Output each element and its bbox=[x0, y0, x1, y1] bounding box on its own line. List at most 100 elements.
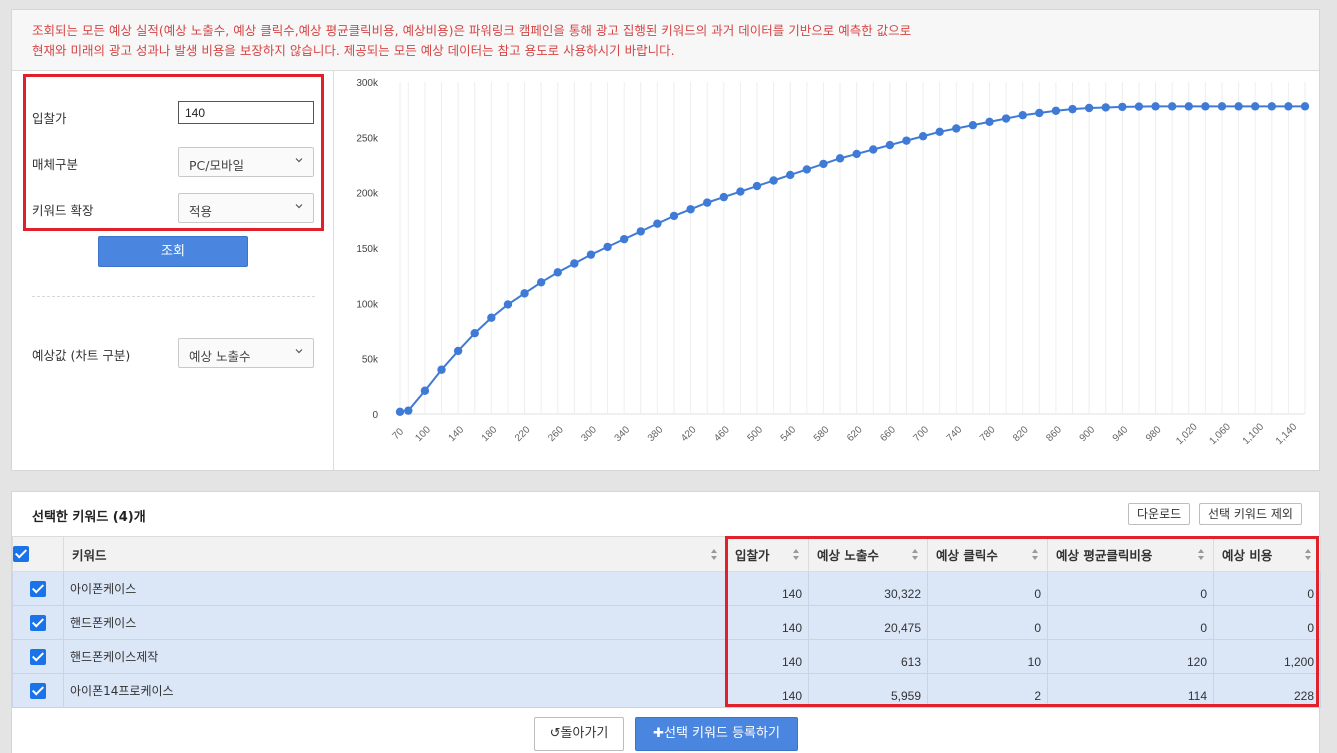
sort-icon bbox=[711, 549, 717, 560]
data-point bbox=[1201, 102, 1210, 111]
data-point bbox=[536, 278, 546, 287]
data-point bbox=[686, 205, 695, 214]
chevron-down-icon bbox=[295, 158, 303, 163]
column-label: 키워드 bbox=[72, 547, 107, 563]
data-point bbox=[802, 165, 812, 174]
column-label: 입찰가 bbox=[735, 547, 770, 563]
x-tick-label: 500 bbox=[745, 424, 765, 444]
cost-cell: 0 bbox=[1213, 605, 1321, 640]
sort-icon bbox=[1305, 549, 1311, 560]
data-point bbox=[1101, 103, 1110, 112]
table-row[interactable]: 핸드폰케이스제작 140 613 10 120 1,200 bbox=[12, 639, 1321, 674]
x-tick-label: 1,060 bbox=[1207, 421, 1233, 447]
row-checkbox[interactable] bbox=[30, 614, 46, 631]
data-point bbox=[719, 192, 729, 202]
table-row[interactable]: 아이폰14프로케이스 140 5,959 2 114 228 bbox=[12, 673, 1321, 708]
impressions-cell: 30,322 bbox=[808, 571, 928, 606]
x-tick-label: 780 bbox=[978, 424, 998, 444]
y-tick-label: 200k bbox=[356, 189, 379, 200]
cost-cell: 0 bbox=[1213, 571, 1321, 606]
undo-icon: ↺ bbox=[549, 726, 561, 741]
column-header-keyword[interactable]: 키워드 bbox=[63, 536, 727, 572]
exclude-keyword-button[interactable]: 선택 키워드 제외 bbox=[1199, 503, 1302, 525]
keyword-table: 키워드 입찰가 예상 노출수 예상 클릭수 예상 평균클릭비용 예상 비용 아이… bbox=[12, 536, 1321, 708]
bid-input[interactable] bbox=[178, 101, 314, 124]
download-button[interactable]: 다운로드 bbox=[1128, 503, 1191, 525]
column-header-clicks[interactable]: 예상 클릭수 bbox=[927, 536, 1048, 572]
column-label: 예상 평균클릭비용 bbox=[1056, 547, 1153, 563]
chart-type-select[interactable]: 예상 노출수 bbox=[178, 338, 314, 368]
cost-cell: 228 bbox=[1213, 673, 1321, 708]
column-header-bid[interactable]: 입찰가 bbox=[726, 536, 809, 572]
bid-cell: 140 bbox=[726, 673, 809, 708]
y-tick-label: 150k bbox=[356, 244, 379, 255]
data-point bbox=[819, 159, 828, 169]
expand-select[interactable]: 적용 bbox=[178, 193, 314, 223]
column-label: 예상 노출수 bbox=[817, 547, 879, 563]
x-tick-label: 420 bbox=[679, 424, 699, 444]
bid-row: 입찰가 bbox=[32, 101, 317, 131]
data-point bbox=[603, 242, 612, 252]
select-all-checkbox[interactable] bbox=[13, 546, 29, 563]
data-point bbox=[935, 127, 944, 136]
data-point bbox=[619, 234, 629, 244]
register-keywords-button[interactable]: ✚선택 키워드 등록하기 bbox=[635, 717, 798, 751]
row-checkbox[interactable] bbox=[30, 682, 46, 699]
row-checkbox[interactable] bbox=[30, 648, 46, 665]
bid-label: 입찰가 bbox=[32, 111, 67, 126]
media-select[interactable]: PC/모바일 bbox=[178, 147, 314, 177]
x-tick-label: 300 bbox=[579, 424, 599, 444]
cpc-cell: 114 bbox=[1047, 673, 1214, 708]
x-tick-label: 740 bbox=[945, 424, 965, 444]
data-point bbox=[786, 170, 795, 180]
impressions-cell: 613 bbox=[808, 639, 928, 674]
data-point bbox=[453, 346, 463, 356]
data-point bbox=[952, 124, 961, 133]
forecast-chart: 0 50k 100k 150k 200k 250k 300k 70 100 140 180 220 26… bbox=[335, 71, 1320, 470]
x-tick-label: 860 bbox=[1044, 424, 1064, 444]
column-header-impressions[interactable]: 예상 노출수 bbox=[808, 536, 928, 572]
plus-icon: ✚ bbox=[653, 726, 664, 741]
x-tick-label: 140 bbox=[447, 424, 467, 444]
expand-select-value: 적용 bbox=[189, 204, 213, 219]
data-point bbox=[395, 407, 405, 416]
data-point bbox=[752, 181, 762, 191]
data-point bbox=[1300, 102, 1310, 111]
table-header-row: 키워드 입찰가 예상 노출수 예상 클릭수 예상 평균클릭비용 예상 비용 bbox=[12, 536, 1321, 572]
notice-line-1: 조회되는 모든 예상 실적(예상 노출수, 예상 클릭수,예상 평균클릭비용, … bbox=[32, 23, 912, 38]
table-row[interactable]: 핸드폰케이스 140 20,475 0 0 0 bbox=[12, 605, 1321, 640]
data-point bbox=[437, 365, 446, 374]
data-point bbox=[1217, 102, 1227, 111]
table-row[interactable]: 아이폰케이스 140 30,322 0 0 0 bbox=[12, 571, 1321, 606]
row-checkbox-cell bbox=[12, 673, 64, 708]
data-point bbox=[1184, 102, 1193, 111]
data-point bbox=[1267, 102, 1276, 111]
column-label: 예상 클릭수 bbox=[936, 547, 998, 563]
keyword-cell: 핸드폰케이스 bbox=[63, 605, 727, 640]
sort-icon bbox=[793, 549, 799, 560]
row-checkbox-cell bbox=[12, 639, 64, 674]
data-point bbox=[1134, 102, 1144, 111]
cpc-cell: 0 bbox=[1047, 605, 1214, 640]
data-point bbox=[703, 198, 712, 207]
data-point bbox=[902, 136, 911, 145]
column-header-cost[interactable]: 예상 비용 bbox=[1213, 536, 1321, 572]
column-header-cpc[interactable]: 예상 평균클릭비용 bbox=[1047, 536, 1214, 572]
data-point bbox=[869, 145, 878, 154]
data-point bbox=[985, 117, 994, 127]
data-point bbox=[669, 211, 679, 221]
y-tick-label: 100k bbox=[356, 299, 379, 310]
data-point bbox=[1151, 102, 1160, 111]
row-checkbox[interactable] bbox=[30, 580, 46, 597]
keyword-panel: 선택한 키워드 (4)개 다운로드 선택 키워드 제외 키워드 입찰가 예상 노… bbox=[11, 491, 1321, 753]
series-line bbox=[399, 105, 1305, 413]
media-row: 매체구분 PC/모바일 bbox=[32, 147, 317, 177]
clicks-cell: 0 bbox=[927, 605, 1048, 640]
estimate-panel: 조회되는 모든 예상 실적(예상 노출수, 예상 클릭수,예상 평균클릭비용, … bbox=[11, 9, 1320, 471]
data-point bbox=[470, 329, 479, 338]
y-tick-label: 0 bbox=[372, 410, 378, 421]
back-button[interactable]: ↺돌아가기 bbox=[534, 717, 624, 751]
search-button[interactable]: 조회 bbox=[98, 236, 248, 267]
row-checkbox-cell bbox=[12, 605, 64, 640]
x-tick-label: 580 bbox=[812, 424, 832, 444]
